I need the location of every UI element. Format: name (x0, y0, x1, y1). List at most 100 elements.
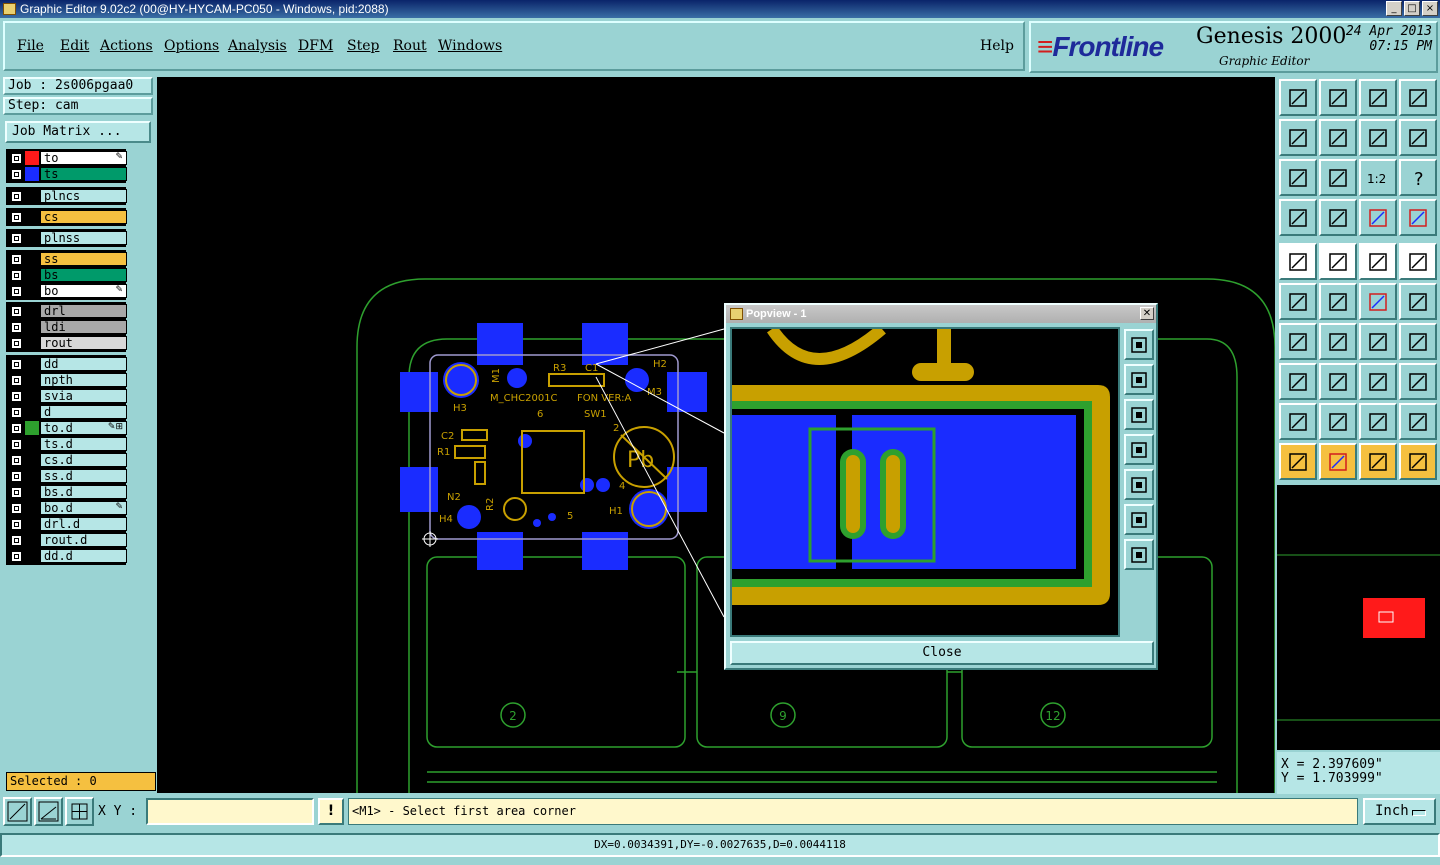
layer-checkbox[interactable] (11, 191, 22, 202)
tool-button-triangle[interactable] (1279, 403, 1317, 440)
layer-row-to-d[interactable]: to.d ✎⊞ (6, 421, 127, 435)
layer-color-swatch[interactable] (25, 437, 39, 451)
units-selector[interactable]: Inch (1363, 798, 1436, 825)
layer-checkbox[interactable] (11, 375, 22, 386)
layer-name[interactable]: cs.d (40, 453, 127, 467)
tool-button-split[interactable] (1399, 323, 1437, 360)
layer-name[interactable]: plncs (40, 189, 127, 203)
layer-name[interactable]: to.d ✎⊞ (40, 421, 127, 435)
layer-color-swatch[interactable] (25, 336, 39, 350)
snap-center-button[interactable] (65, 797, 94, 826)
tool-button-zoom-area[interactable] (1319, 79, 1357, 116)
layer-row-cs[interactable]: cs (6, 210, 127, 224)
layer-name[interactable]: drl.d (40, 517, 127, 531)
tool-button-line-arrow[interactable] (1399, 283, 1437, 320)
layer-row-plnss[interactable]: plnss (6, 231, 127, 245)
layer-checkbox[interactable] (11, 254, 22, 265)
layer-color-swatch[interactable] (25, 284, 39, 298)
snap-angle-button[interactable] (34, 797, 63, 826)
layer-name[interactable]: bo ✎ (40, 284, 127, 298)
layer-checkbox[interactable] (11, 551, 22, 562)
tool-button-line[interactable] (1319, 323, 1357, 360)
layer-name[interactable]: ts.d (40, 437, 127, 451)
layer-color-swatch[interactable] (25, 469, 39, 483)
snap-grid-button[interactable] (3, 797, 32, 826)
layer-row-bo-d[interactable]: bo.d ✎ (6, 501, 127, 515)
layer-name[interactable]: drl (40, 304, 127, 318)
layer-row-dd-d[interactable]: dd.d (6, 549, 127, 563)
layer-row-bs[interactable]: bs (6, 268, 127, 282)
tool-button-help[interactable]: ? (1399, 159, 1437, 196)
popview-titlebar[interactable]: Popview - 1 ✕ (726, 305, 1156, 323)
tool-button-window[interactable] (1399, 79, 1437, 116)
tool-button-group[interactable] (1399, 363, 1437, 400)
minimize-button[interactable]: _ (1386, 1, 1402, 16)
tool-button-home[interactable] (1359, 79, 1397, 116)
popview-close-x-button[interactable]: ✕ (1140, 307, 1154, 320)
layer-row-plncs[interactable]: plncs (6, 189, 127, 203)
popview-fit-button[interactable] (1124, 504, 1154, 535)
tool-button-select[interactable] (1279, 243, 1317, 280)
tool-button-snap-red[interactable] (1359, 199, 1397, 236)
layer-checkbox[interactable] (11, 286, 22, 297)
layer-name[interactable]: ts (40, 167, 127, 181)
alert-button[interactable]: ! (318, 798, 344, 825)
layer-color-swatch[interactable] (25, 373, 39, 387)
tool-button-route[interactable] (1399, 443, 1437, 480)
tool-button-point[interactable] (1399, 243, 1437, 280)
menu-windows[interactable]: Windows (438, 38, 502, 54)
layer-row-ss-d[interactable]: ss.d (6, 469, 127, 483)
layer-row-rout-d[interactable]: rout.d (6, 533, 127, 547)
tool-button-tools[interactable] (1279, 199, 1317, 236)
layer-name[interactable]: rout (40, 336, 127, 350)
popview-zoom-in-button[interactable] (1124, 364, 1154, 395)
popview-center-button[interactable] (1124, 539, 1154, 570)
menu-file[interactable]: File (17, 38, 44, 54)
tool-button-join[interactable] (1319, 363, 1357, 400)
layer-checkbox[interactable] (11, 439, 22, 450)
layer-color-swatch[interactable] (25, 268, 39, 282)
overview-viewport[interactable] (1363, 598, 1425, 638)
layer-color-swatch[interactable] (25, 501, 39, 515)
tool-button-fit-screen[interactable] (1279, 159, 1317, 196)
layer-checkbox[interactable] (11, 169, 22, 180)
tool-button-grid[interactable] (1319, 199, 1357, 236)
layer-row-drl[interactable]: drl (6, 304, 127, 318)
layer-row-svia[interactable]: svia (6, 389, 127, 403)
popview-pan-right-button[interactable] (1124, 469, 1154, 500)
layer-color-swatch[interactable] (25, 210, 39, 224)
popview-zoom-out-button[interactable] (1124, 399, 1154, 430)
layer-checkbox[interactable] (11, 359, 22, 370)
tool-button-layer-toggle[interactable] (1399, 119, 1437, 156)
layer-color-swatch[interactable] (25, 533, 39, 547)
tool-button-shape[interactable] (1279, 363, 1317, 400)
layer-name[interactable]: bs (40, 268, 127, 282)
layer-checkbox[interactable] (11, 212, 22, 223)
tool-button-triangle3[interactable] (1359, 403, 1397, 440)
tool-button-pointer-red[interactable] (1319, 443, 1357, 480)
layer-name[interactable]: rout.d (40, 533, 127, 547)
layer-row-npth[interactable]: npth (6, 373, 127, 387)
tool-button-center[interactable] (1319, 159, 1357, 196)
layer-row-rout[interactable]: rout (6, 336, 127, 350)
layer-checkbox[interactable] (11, 153, 22, 164)
overview-map[interactable] (1277, 485, 1440, 750)
tool-button-pointer[interactable] (1279, 443, 1317, 480)
layer-checkbox[interactable] (11, 487, 22, 498)
tool-button-ruler[interactable] (1359, 243, 1397, 280)
layer-color-swatch[interactable] (25, 357, 39, 371)
layer-row-drl-d[interactable]: drl.d (6, 517, 127, 531)
job-matrix-button[interactable]: Job Matrix ... (5, 121, 151, 143)
popview-close-button[interactable]: Close (730, 641, 1154, 665)
layer-checkbox[interactable] (11, 270, 22, 281)
layer-color-swatch[interactable] (25, 453, 39, 467)
layer-color-swatch[interactable] (25, 405, 39, 419)
layer-row-to[interactable]: to ✎ (6, 151, 127, 165)
tool-button-angle[interactable] (1279, 323, 1317, 360)
layer-name[interactable]: ss (40, 252, 127, 266)
layer-name[interactable]: d (40, 405, 127, 419)
layer-checkbox[interactable] (11, 519, 22, 530)
tool-button-cross[interactable] (1319, 283, 1357, 320)
layer-name[interactable]: bs.d (40, 485, 127, 499)
layer-row-bo[interactable]: bo ✎ (6, 284, 127, 298)
